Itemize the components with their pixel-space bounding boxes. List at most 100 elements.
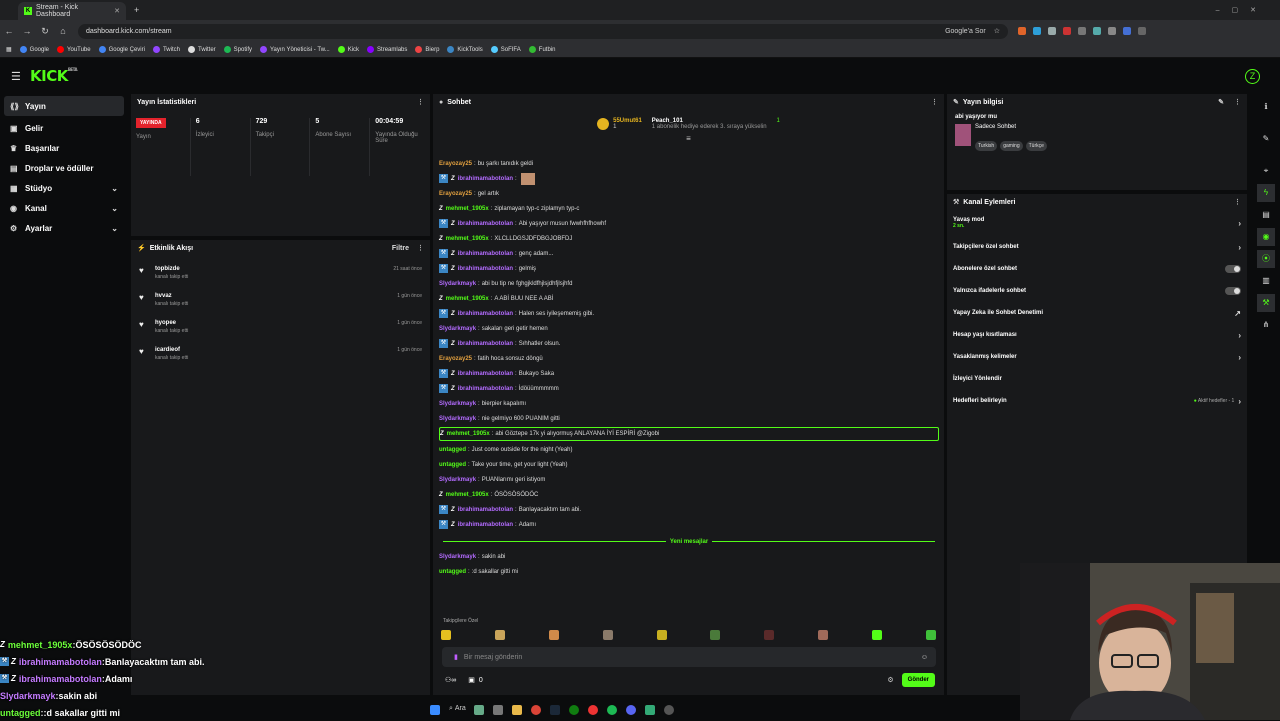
pencil-icon[interactable]: ✎ (1257, 130, 1275, 148)
google-ask-button[interactable]: Google'a Sor (945, 28, 986, 35)
chat-username[interactable]: ibrahimamabotolan (458, 266, 513, 272)
emote-picker-icon[interactable]: ☺ (921, 654, 928, 661)
bookmark-item[interactable]: Streamlabs (367, 46, 407, 53)
window-controls[interactable]: –▢✕ (1216, 6, 1268, 14)
home-icon[interactable]: ⌂ (54, 26, 72, 36)
bolt-icon[interactable]: ϟ (1257, 184, 1275, 202)
goals-row[interactable]: Hedefleri belirleyin ● Aktif hedefler - … (947, 390, 1247, 412)
spotify-icon[interactable] (606, 705, 617, 715)
extension-icon[interactable] (1018, 27, 1026, 35)
stream-tag[interactable]: gaming (1000, 141, 1023, 151)
chat-username[interactable]: ibrahimamabotolan (458, 176, 513, 182)
xbox-icon[interactable] (568, 705, 579, 715)
emote-icon[interactable] (441, 630, 451, 640)
chat-username[interactable]: untagged (439, 462, 466, 468)
wrench-icon[interactable]: ⚒ (1257, 294, 1275, 312)
slow-mode-row[interactable]: Yavaş mod 2 sn. › (947, 210, 1247, 236)
chat-username[interactable]: ibrahimamabotolan (458, 371, 513, 377)
chrome-icon[interactable] (530, 705, 541, 715)
document-icon[interactable]: ▤ (1257, 206, 1275, 224)
chat-username[interactable]: ibrahimamabotolan (458, 522, 513, 528)
more-icon[interactable]: ⋮ (1234, 98, 1241, 106)
bookmark-item[interactable]: KickTools (447, 46, 483, 53)
sidebar-item-4[interactable]: ▦ Stüdyo ⌄ (0, 178, 128, 198)
collapse-icon[interactable]: ≡ (433, 134, 944, 143)
emote-icon[interactable] (656, 630, 667, 640)
sidebar-item-3[interactable]: ▤ Droplar ve ödüller (0, 158, 128, 178)
close-tab-icon[interactable]: ✕ (114, 7, 120, 15)
bookmark-item[interactable]: Kick (337, 46, 359, 53)
taskbar-search[interactable]: ⌕ Ara (449, 705, 466, 715)
kick-logo[interactable]: KICKBETA (30, 67, 78, 85)
emote-icon[interactable] (764, 630, 775, 640)
avatar[interactable]: Z (1245, 68, 1260, 84)
extension-icon[interactable] (1108, 27, 1116, 35)
channel-action-row[interactable]: Yalnızca ifadelerle sohbet (947, 280, 1247, 302)
sidebar-item-5[interactable]: ◉ Kanal ⌄ (0, 198, 128, 218)
chat-username[interactable]: Slydarkmayk (439, 416, 476, 422)
folder-icon[interactable] (511, 705, 522, 715)
chat-username[interactable]: mehmet_1905x (446, 236, 489, 242)
bookmark-item[interactable]: Spotify (223, 46, 252, 53)
browser-tab[interactable]: K Stream - Kick Dashboard ✕ (18, 2, 126, 20)
activity-user[interactable]: hyopee (155, 320, 188, 326)
bookmark-item[interactable]: Yayın Yöneticisi - Tw... (260, 46, 330, 53)
url-input[interactable]: dashboard.kick.com/stream Google'a Sor ☆ (78, 23, 1008, 39)
app-icon[interactable] (473, 705, 484, 715)
bookmark-item[interactable]: YouTube (57, 46, 91, 53)
forward-icon[interactable]: → (18, 26, 36, 36)
discord-icon[interactable] (625, 705, 636, 715)
menu-icon[interactable]: ☰ (11, 70, 21, 83)
more-icon[interactable]: ⋮ (417, 244, 424, 252)
chat-username[interactable]: ibrahimamabotolan (458, 311, 513, 317)
emote-icon[interactable] (602, 630, 613, 640)
emote-icon[interactable] (710, 630, 721, 640)
chat-username[interactable]: Slydarkmayk (439, 281, 476, 287)
chat-icon[interactable]: ◉ (1257, 228, 1275, 246)
chat-username[interactable]: mehmet_1905x (446, 296, 489, 302)
chat-username[interactable]: Slydarkmayk (439, 326, 476, 332)
emote-icon[interactable] (925, 630, 936, 640)
star-icon[interactable]: ☆ (994, 27, 1000, 35)
bookmark-item[interactable]: Google Çeviri (98, 46, 145, 53)
channel-action-row[interactable]: Abonelere özel sohbet (947, 258, 1247, 280)
bookmark-item[interactable]: Bierp (415, 46, 439, 53)
chat-username[interactable]: Erayozay25 (439, 161, 472, 167)
chat-username[interactable]: mehmet_1905x (446, 206, 489, 212)
mic-icon[interactable]: ▮ (454, 653, 458, 661)
apps-icon[interactable]: ▦ (6, 46, 12, 53)
channel-action-row[interactable]: İzleyici Yönlendir (947, 368, 1247, 390)
app-icon[interactable] (644, 705, 655, 715)
broadcast-icon[interactable]: ⦿ (1257, 250, 1275, 268)
channel-action-row[interactable]: Hesap yaşı kısıtlaması › (947, 324, 1247, 346)
filter-button[interactable]: Filtre (392, 245, 409, 252)
extension-icon[interactable] (1138, 27, 1146, 35)
new-tab-icon[interactable]: + (134, 5, 139, 15)
windows-start-icon[interactable] (430, 705, 440, 715)
bookmark-item[interactable]: Futbin (528, 46, 555, 53)
activity-user[interactable]: hvvaz (155, 293, 188, 299)
chat-username[interactable]: Slydarkmayk (439, 401, 476, 407)
chat-input[interactable]: ▮ Bir mesaj gönderin ☺ (442, 647, 936, 667)
sidebar-item-1[interactable]: ▣ Gelir (0, 118, 128, 138)
emote-icon[interactable] (872, 630, 882, 640)
toggle-switch[interactable] (1225, 265, 1241, 273)
reload-icon[interactable]: ↻ (36, 26, 54, 37)
sidebar-item-6[interactable]: ⚙ Ayarlar ⌄ (0, 218, 128, 238)
more-icon[interactable]: ⋮ (1234, 198, 1241, 206)
more-icon[interactable]: ⋮ (417, 98, 424, 106)
extension-icon[interactable] (1123, 27, 1131, 35)
steam-icon[interactable] (549, 705, 560, 715)
extension-icon[interactable] (1093, 27, 1101, 35)
chat-username[interactable]: Slydarkmayk (439, 477, 476, 483)
sidebar-item-2[interactable]: ♛ Başarılar (0, 138, 128, 158)
chat-username[interactable]: ibrahimamabotolan (458, 386, 513, 392)
chat-username[interactable]: ibrahimamabotolan (458, 507, 513, 513)
chat-username[interactable]: Erayozay25 (439, 191, 472, 197)
toggle-switch[interactable] (1225, 287, 1241, 295)
chat-username[interactable]: mehmet_1905x (446, 492, 489, 498)
obs-icon[interactable] (663, 705, 674, 715)
emote-icon[interactable] (818, 630, 829, 640)
channel-action-row[interactable]: Takipçilere özel sohbet › (947, 236, 1247, 258)
extension-icon[interactable] (1063, 27, 1071, 35)
